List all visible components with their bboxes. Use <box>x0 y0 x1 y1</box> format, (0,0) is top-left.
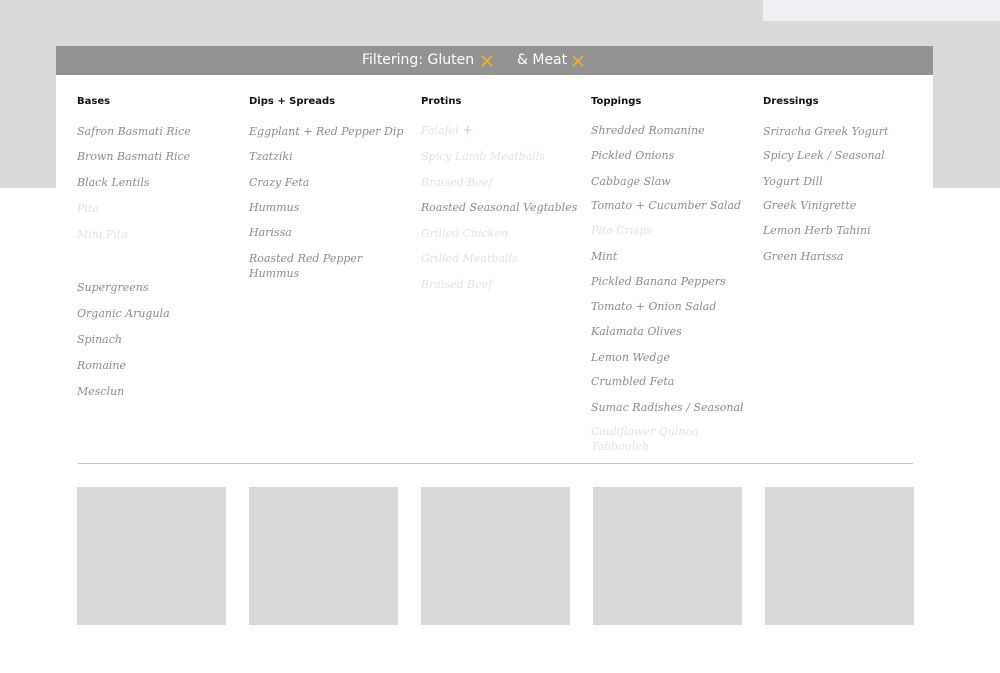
menu-item-disabled: Braised Beef <box>421 278 493 291</box>
menu-item[interactable]: Hummus <box>249 200 299 215</box>
menu-item-disabled: Spicy Lamb Meatballs <box>421 150 545 163</box>
image-placeholder-card[interactable] <box>249 487 398 625</box>
column-bases: Bases Safron Basmati Rice Brown Basmati … <box>77 96 191 398</box>
menu-item[interactable]: Pickled Onions <box>591 148 674 163</box>
menu-item[interactable]: Pickled Banana Peppers <box>591 274 726 289</box>
menu-item[interactable]: Supergreens <box>77 280 148 295</box>
menu-item[interactable]: Spinach <box>77 332 122 347</box>
menu-item[interactable]: Yogurt Dill <box>763 174 823 189</box>
menu-item-disabled: Pita Crisps <box>591 224 652 237</box>
column-heading: Toppings <box>591 96 642 107</box>
column-toppings: Toppings Shredded Romanine Pickled Onion… <box>591 96 744 453</box>
menu-item-disabled: Grilled Meatballs <box>421 252 518 265</box>
menu-item[interactable]: Brown Basmati Rice <box>77 149 190 164</box>
menu-item[interactable]: Crumbled Feta <box>591 374 674 389</box>
filter-label-meat: & Meat <box>517 52 568 68</box>
column-heading: Dressings <box>763 96 819 107</box>
menu-item-disabled: Braised Beef <box>421 176 493 189</box>
menu-item-disabled: Cauliflower Quinoa Tabbouleh <box>591 425 699 453</box>
menu-item[interactable]: Crazy Feta <box>249 175 309 190</box>
image-placeholder-card[interactable] <box>77 487 226 625</box>
menu-item[interactable]: Tzatziki <box>249 149 293 164</box>
column-dips-spreads: Dips + Spreads Eggplant + Red Pepper Dip… <box>249 96 403 280</box>
menu-item[interactable]: Tomato + Cucumber Salad <box>591 198 741 213</box>
menu-item[interactable]: Roasted Seasonal Vegtables <box>421 200 577 215</box>
section-divider <box>78 463 913 464</box>
plus-icon[interactable]: + <box>463 123 473 137</box>
menu-item[interactable]: Spicy Leek / Seasonal <box>763 148 885 163</box>
menu-item[interactable]: Romaine <box>77 358 126 373</box>
filter-label-gluten: Filtering: Gluten <box>362 52 475 68</box>
remove-meat-filter-icon[interactable] <box>571 54 585 68</box>
menu-item-disabled: Grilled Chicken <box>421 227 509 240</box>
column-proteins: Protins Falafel + Spicy Lamb Meatballs Br… <box>421 96 577 291</box>
menu-item[interactable]: Shredded Romanine <box>591 123 705 138</box>
column-heading: Dips + Spreads <box>249 96 336 107</box>
menu-item[interactable]: Sumac Radishes / Seasonal <box>591 400 744 415</box>
menu-item-disabled: Falafel + <box>421 123 473 137</box>
menu-item[interactable]: Lemon Herb Tahini <box>763 223 871 238</box>
menu-item[interactable]: Mint <box>591 249 617 264</box>
image-placeholder-card[interactable] <box>421 487 570 625</box>
menu-item-disabled: Pita <box>77 202 99 215</box>
menu-item[interactable]: Kalamata Olives <box>591 324 682 339</box>
menu-item[interactable]: Safron Basmati Rice <box>77 124 191 139</box>
menu-item[interactable]: Greek Vinigrette <box>763 198 856 213</box>
corner-panel <box>763 0 1000 21</box>
image-placeholder-card[interactable] <box>593 487 742 625</box>
menu-item[interactable]: Sriracha Greek Yogurt <box>763 124 888 139</box>
menu-item[interactable]: Green Harissa <box>763 249 843 264</box>
menu-item[interactable]: Cabbage Slaw <box>591 174 671 189</box>
image-placeholder-card[interactable] <box>765 487 914 625</box>
filter-bar: Filtering: Gluten & Meat <box>56 46 933 75</box>
menu-item[interactable]: Eggplant + Red Pepper Dip <box>249 124 403 139</box>
menu-item[interactable]: Mesclun <box>77 384 124 399</box>
column-heading: Bases <box>77 96 111 107</box>
menu-item[interactable]: Lemon Wedge <box>591 350 670 365</box>
menu-item-disabled: Mini Pita <box>77 228 128 241</box>
menu-item[interactable]: Organic Arugula <box>77 306 170 321</box>
column-heading: Protins <box>421 96 462 107</box>
remove-gluten-filter-icon[interactable] <box>480 54 494 68</box>
menu-item[interactable]: Harissa <box>249 225 292 240</box>
menu-item[interactable]: Roasted Red Pepper Hummus <box>249 251 399 281</box>
column-dressings: Dressings Sriracha Greek Yogurt Spicy Le… <box>763 96 888 263</box>
menu-item[interactable]: Tomato + Onion Salad <box>591 299 716 314</box>
menu-item[interactable]: Black Lentils <box>77 175 149 190</box>
